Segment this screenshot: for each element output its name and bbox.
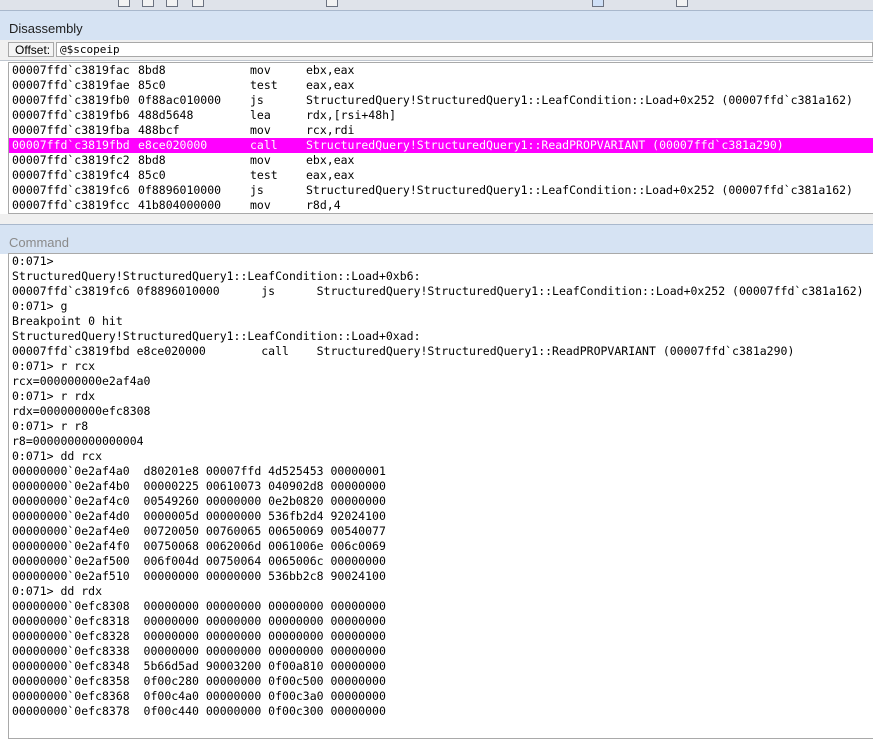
command-line: 00000000`0e2af4f0 00750068 0062006d 0061… xyxy=(12,539,386,553)
disassembly-bytes: e8ce020000 xyxy=(138,138,208,152)
disassembly-row-current[interactable]: 00007ffd`c3819fbd e8ce020000 call Structure… xyxy=(9,138,873,153)
disassembly-row[interactable]: 00007ffd`c3819fb0 0f88ac010000 js Structure… xyxy=(9,93,873,108)
disassembly-bytes: 488bcf xyxy=(138,123,180,137)
disassembly-mnemonic: mov xyxy=(250,123,271,137)
disassembly-bytes: 0f88ac010000 xyxy=(138,93,222,107)
command-line: 00000000`0efc8368 0f00c4a0 00000000 0f00… xyxy=(12,689,386,703)
disassembly-mnemonic: js xyxy=(250,183,264,197)
command-line: 00000000`0e2af4b0 00000225 00610073 0409… xyxy=(12,479,386,493)
command-line: r8=0000000000000004 xyxy=(12,434,144,448)
disassembly-bytes: 488d5648 xyxy=(138,108,194,122)
disassembly-address: 00007ffd`c3819fba xyxy=(12,123,130,137)
disassembly-address: 00007ffd`c3819fb6 xyxy=(12,108,130,122)
toolbar-button[interactable] xyxy=(592,0,604,7)
disassembly-bytes: 85c0 xyxy=(138,168,166,182)
command-line: Breakpoint 0 hit xyxy=(12,314,123,328)
command-line: 00000000`0efc8378 0f00c440 00000000 0f00… xyxy=(12,704,386,718)
command-line: StructuredQuery!StructuredQuery1::LeafCo… xyxy=(12,269,421,283)
command-output[interactable]: 0:071> StructuredQuery!StructuredQuery1::… xyxy=(8,253,873,739)
disassembly-row[interactable]: 00007ffd`c3819fb6 488d5648 lea rdx,[rsi+48h… xyxy=(9,108,873,123)
disassembly-bytes: 8bd8 xyxy=(138,63,166,77)
command-line: rcx=000000000e2af4a0 xyxy=(12,374,151,388)
toolbar-button[interactable] xyxy=(326,0,338,7)
command-line: 00000000`0efc8318 00000000 00000000 0000… xyxy=(12,614,386,628)
command-line: 00000000`0e2af4d0 0000005d 00000000 536f… xyxy=(12,509,386,523)
command-line: 00000000`0efc8328 00000000 00000000 0000… xyxy=(12,629,386,643)
toolbar-button[interactable] xyxy=(166,0,178,7)
disassembly-view[interactable]: 00007ffd`c3819fac 8bd8 mov ebx,eax 00007ffd`… xyxy=(8,62,873,214)
disassembly-address: 00007ffd`c3819fcc xyxy=(12,198,130,212)
command-line: 00000000`0e2af500 006f004d 00750064 0065… xyxy=(12,554,386,568)
command-line: 00000000`0efc8338 00000000 00000000 0000… xyxy=(12,644,386,658)
disassembly-operands: ebx,eax xyxy=(306,153,355,167)
disassembly-operands: eax,eax xyxy=(306,168,355,182)
disassembly-address: 00007ffd`c3819fb0 xyxy=(12,93,130,107)
disassembly-address: 00007ffd`c3819fac xyxy=(12,63,130,77)
disassembly-row[interactable]: 00007ffd`c3819fc2 8bd8 mov ebx,eax xyxy=(9,153,873,168)
command-line: 00007ffd`c3819fbd e8ce020000 call Struct… xyxy=(12,344,795,358)
disassembly-operands: StructuredQuery!StructuredQuery1::LeafCo… xyxy=(306,183,853,197)
disassembly-address: 00007ffd`c3819fc2 xyxy=(12,153,130,167)
command-title-bar[interactable]: Command xyxy=(0,224,873,254)
toolbar-button[interactable] xyxy=(142,0,154,7)
command-line: 00000000`0e2af4e0 00720050 00760065 0065… xyxy=(12,524,386,538)
command-line: 00000000`0e2af4a0 d80201e8 00007ffd 4d52… xyxy=(12,464,386,478)
command-line: 00000000`0efc8308 00000000 00000000 0000… xyxy=(12,599,386,613)
command-line: 0:071> r r8 xyxy=(12,419,89,433)
disassembly-bytes: 41b804000000 xyxy=(138,198,222,212)
disassembly-row[interactable]: 00007ffd`c3819fc6 0f8896010000 js Structure… xyxy=(9,183,873,198)
disassembly-mnemonic: js xyxy=(250,93,264,107)
panel-splitter[interactable] xyxy=(0,214,873,224)
command-line: StructuredQuery!StructuredQuery1::LeafCo… xyxy=(12,329,421,343)
disassembly-title-bar[interactable]: Disassembly xyxy=(0,10,873,40)
toolbar-button[interactable] xyxy=(676,0,688,7)
disassembly-mnemonic: lea xyxy=(250,108,271,122)
command-line: 00000000`0e2af510 00000000 00000000 536b… xyxy=(12,569,386,583)
disassembly-operands: StructuredQuery!StructuredQuery1::LeafCo… xyxy=(306,93,853,107)
offset-bar: Offset: @$scopeip xyxy=(0,40,873,61)
command-line: rdx=000000000efc8308 xyxy=(12,404,151,418)
command-title: Command xyxy=(9,235,69,250)
toolbar-button[interactable] xyxy=(118,0,130,7)
command-line: 0:071> r rcx xyxy=(12,359,96,373)
disassembly-address: 00007ffd`c3819fc6 xyxy=(12,183,130,197)
disassembly-row[interactable]: 00007ffd`c3819fae 85c0 test eax,eax xyxy=(9,78,873,93)
command-line: 0:071> r rdx xyxy=(12,389,96,403)
disassembly-operands: rdx,[rsi+48h] xyxy=(306,108,397,122)
disassembly-row[interactable]: 00007ffd`c3819fac 8bd8 mov ebx,eax xyxy=(9,63,873,78)
disassembly-mnemonic: call xyxy=(250,138,278,152)
disassembly-operands: rcx,rdi xyxy=(306,123,355,137)
disassembly-mnemonic: mov xyxy=(250,63,271,77)
disassembly-mnemonic: mov xyxy=(250,198,271,212)
disassembly-mnemonic: test xyxy=(250,168,278,182)
disassembly-operands: eax,eax xyxy=(306,78,355,92)
toolbar-button[interactable] xyxy=(192,0,204,7)
disassembly-mnemonic: mov xyxy=(250,153,271,167)
command-line: 0:071> dd rdx xyxy=(12,584,103,598)
command-line: 0:071> g xyxy=(12,299,68,313)
disassembly-operands: StructuredQuery!StructuredQuery1::ReadPR… xyxy=(306,138,784,152)
disassembly-title: Disassembly xyxy=(9,21,83,36)
command-line: 00000000`0e2af4c0 00549260 00000000 0e2b… xyxy=(12,494,386,508)
disassembly-address: 00007ffd`c3819fbd xyxy=(12,138,130,152)
command-line: 0:071> dd rcx xyxy=(12,449,103,463)
command-line: 00000000`0efc8358 0f00c280 00000000 0f00… xyxy=(12,674,386,688)
offset-input[interactable]: @$scopeip xyxy=(56,42,873,57)
disassembly-row[interactable]: 00007ffd`c3819fc4 85c0 test eax,eax xyxy=(9,168,873,183)
disassembly-bytes: 8bd8 xyxy=(138,153,166,167)
command-line: 00007ffd`c3819fc6 0f8896010000 js Struct… xyxy=(12,284,873,298)
disassembly-operands: r8d,4 xyxy=(306,198,341,212)
disassembly-row[interactable]: 00007ffd`c3819fba 488bcf mov rcx,rdi xyxy=(9,123,873,138)
disassembly-bytes: 85c0 xyxy=(138,78,166,92)
offset-label: Offset: xyxy=(8,42,54,57)
disassembly-operands: ebx,eax xyxy=(306,63,355,77)
disassembly-row[interactable]: 00007ffd`c3819fcc 41b804000000 mov r8d,4 xyxy=(9,198,873,213)
disassembly-address: 00007ffd`c3819fae xyxy=(12,78,130,92)
command-line: 00000000`0efc8348 5b66d5ad 90003200 0f00… xyxy=(12,659,386,673)
command-line: 0:071> xyxy=(12,254,54,268)
disassembly-address: 00007ffd`c3819fc4 xyxy=(12,168,130,182)
disassembly-mnemonic: test xyxy=(250,78,278,92)
disassembly-bytes: 0f8896010000 xyxy=(138,183,222,197)
